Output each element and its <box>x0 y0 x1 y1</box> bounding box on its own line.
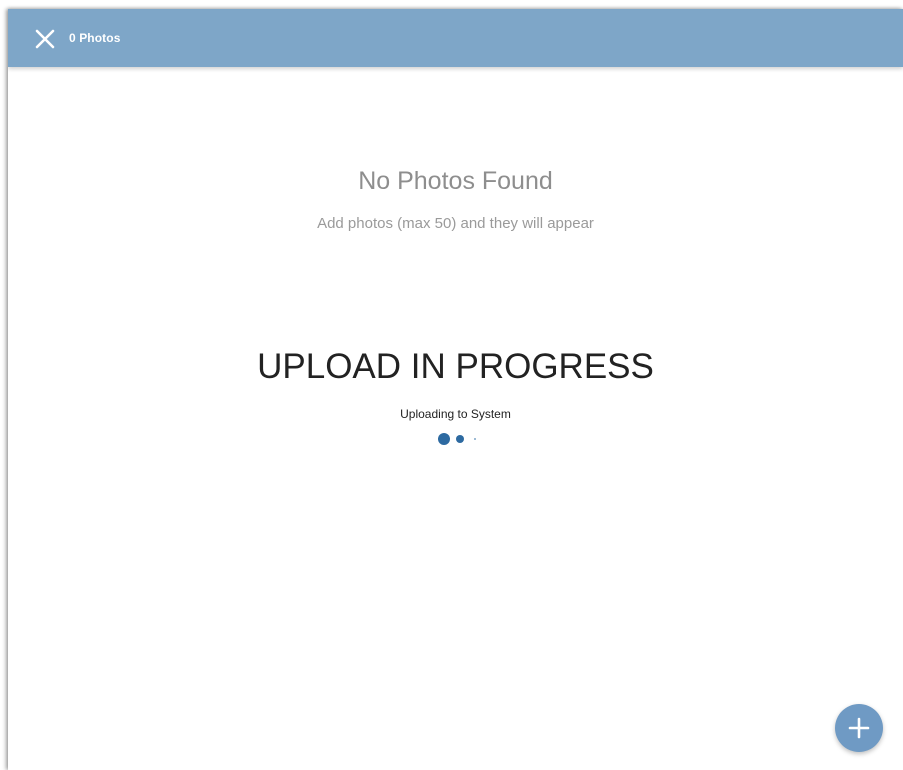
empty-state-title: No Photos Found <box>358 167 553 195</box>
add-photo-button[interactable] <box>835 704 883 752</box>
empty-state-subtitle: Add photos (max 50) and they will appear <box>317 215 594 232</box>
dialog-header: 0 Photos <box>8 9 903 67</box>
photo-count-title: 0 Photos <box>69 31 121 45</box>
close-icon <box>35 29 55 49</box>
upload-status-title: UPLOAD IN PROGRESS <box>257 347 654 386</box>
close-button[interactable] <box>34 28 56 50</box>
loading-dot <box>438 433 450 445</box>
loading-dot <box>456 435 464 443</box>
plus-icon <box>848 717 870 739</box>
loading-dot <box>474 438 476 440</box>
loading-indicator <box>8 432 903 446</box>
upload-status-text: Uploading to System <box>400 407 511 421</box>
photo-dialog: 0 Photos No Photos Found Add photos (max… <box>8 9 903 770</box>
